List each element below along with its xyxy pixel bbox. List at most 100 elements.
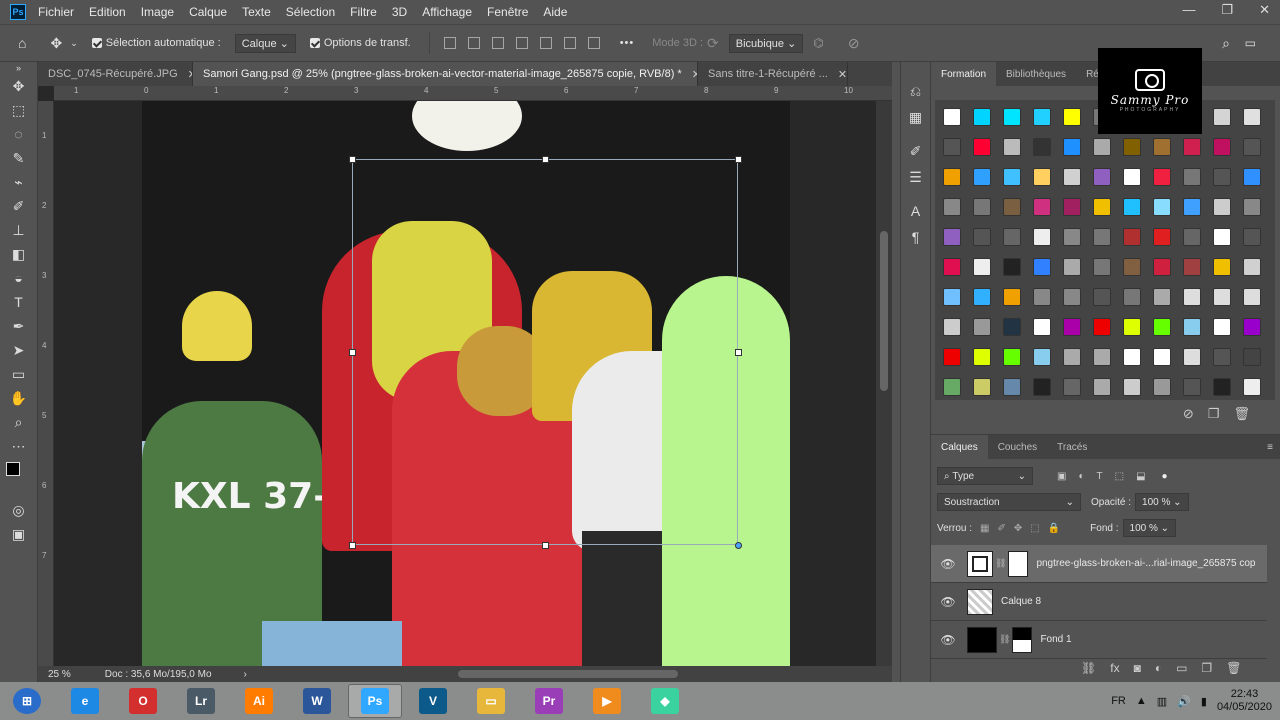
style-swatch[interactable]: [1033, 318, 1051, 336]
style-swatch[interactable]: [1183, 198, 1201, 216]
history-icon[interactable]: ⎌: [901, 78, 930, 104]
menu-affichage[interactable]: Affichage: [422, 5, 472, 19]
transform-handle[interactable]: [542, 156, 549, 163]
style-swatch[interactable]: [1003, 378, 1021, 396]
home-icon[interactable]: ⌂: [18, 35, 26, 51]
style-swatch[interactable]: [1153, 318, 1171, 336]
menu-fichier[interactable]: Fichier: [38, 5, 74, 19]
chevron-down-icon[interactable]: ⌄: [70, 38, 78, 49]
transform-handle[interactable]: [349, 542, 356, 549]
style-swatch[interactable]: [973, 378, 991, 396]
style-swatch[interactable]: [1243, 258, 1261, 276]
menu-fenetre[interactable]: Fenêtre: [487, 5, 528, 19]
taskbar-app-illustrator[interactable]: Ai: [232, 684, 286, 718]
zoom-level[interactable]: 25 %: [48, 669, 71, 680]
align-middle-icon[interactable]: [539, 37, 552, 49]
battery-icon[interactable]: ▮: [1201, 695, 1207, 708]
style-swatch[interactable]: [1153, 378, 1171, 396]
style-swatch[interactable]: [1213, 288, 1231, 306]
quick-mask-icon[interactable]: ◎: [0, 498, 37, 522]
transform-handle[interactable]: [735, 156, 742, 163]
style-swatch[interactable]: [1213, 168, 1231, 186]
pen-tool-icon[interactable]: ✒: [0, 314, 37, 338]
screen-mode-icon[interactable]: ▣: [0, 522, 37, 546]
new-layer-icon[interactable]: ❐: [1201, 661, 1212, 675]
style-swatch[interactable]: [1003, 348, 1021, 366]
style-swatch[interactable]: [1003, 288, 1021, 306]
lock-all-icon[interactable]: 🔒: [1048, 523, 1060, 534]
style-swatch[interactable]: [1243, 168, 1261, 186]
filter-type-icon[interactable]: T: [1097, 471, 1103, 482]
align-center-icon[interactable]: [467, 37, 480, 49]
transform-handle[interactable]: [735, 349, 742, 356]
fx-icon[interactable]: fx: [1110, 661, 1119, 675]
style-swatch[interactable]: [973, 168, 991, 186]
style-swatch[interactable]: [1213, 228, 1231, 246]
hand-tool-icon[interactable]: ✋: [0, 386, 37, 410]
taskbar-app-photoshop[interactable]: Ps: [348, 684, 402, 718]
style-swatch[interactable]: [1123, 348, 1141, 366]
style-swatch[interactable]: [1183, 288, 1201, 306]
paragraph-icon[interactable]: ¶: [901, 224, 930, 250]
menu-filtre[interactable]: Filtre: [350, 5, 377, 19]
style-swatch[interactable]: [1183, 378, 1201, 396]
lock-artboard-icon[interactable]: ⬚: [1030, 523, 1039, 534]
lock-pixels-icon[interactable]: ✐: [997, 523, 1005, 534]
clock[interactable]: 22:43 04/05/2020: [1217, 688, 1272, 714]
filter-toggle-icon[interactable]: ●: [1162, 471, 1168, 482]
style-swatch[interactable]: [1093, 198, 1111, 216]
type-tool-icon[interactable]: T: [0, 290, 37, 314]
style-swatch[interactable]: [1063, 108, 1081, 126]
style-swatch[interactable]: [1033, 168, 1051, 186]
style-swatch[interactable]: [1213, 198, 1231, 216]
style-swatch[interactable]: [1093, 348, 1111, 366]
menu-selection[interactable]: Sélection: [286, 5, 335, 19]
vertical-scrollbar[interactable]: [876, 101, 892, 666]
style-swatch[interactable]: [1123, 228, 1141, 246]
network-icon[interactable]: ▥: [1157, 695, 1167, 708]
auto-select-checkbox[interactable]: [91, 38, 102, 48]
style-swatch[interactable]: [1033, 228, 1051, 246]
style-swatch[interactable]: [1093, 288, 1111, 306]
transform-handle[interactable]: [542, 542, 549, 549]
bucket-tool-icon[interactable]: ◒: [0, 266, 37, 290]
style-swatch[interactable]: [1123, 198, 1141, 216]
style-swatch[interactable]: [1243, 108, 1261, 126]
style-swatch[interactable]: [943, 348, 961, 366]
style-swatch[interactable]: [943, 138, 961, 156]
group-icon[interactable]: ▭: [1176, 661, 1187, 675]
style-swatch[interactable]: [1213, 108, 1231, 126]
distribute-icon[interactable]: [587, 37, 600, 49]
close-icon[interactable]: ✕: [1259, 2, 1270, 18]
move-tool-icon[interactable]: ✥: [0, 74, 37, 98]
panel-menu-icon[interactable]: ≡: [1267, 442, 1273, 453]
style-swatch[interactable]: [1213, 378, 1231, 396]
delete-layer-icon[interactable]: 🗑: [1226, 661, 1241, 675]
style-swatch[interactable]: [1153, 228, 1171, 246]
style-swatch[interactable]: [1213, 258, 1231, 276]
transform-handle[interactable]: [735, 542, 742, 549]
style-swatch[interactable]: [943, 168, 961, 186]
tab-couches[interactable]: Couches: [988, 442, 1047, 453]
style-swatch[interactable]: [1153, 138, 1171, 156]
style-swatch[interactable]: [1033, 258, 1051, 276]
style-swatch[interactable]: [1063, 258, 1081, 276]
foreground-color[interactable]: [6, 462, 20, 476]
style-swatch[interactable]: [943, 228, 961, 246]
character-icon[interactable]: A: [901, 198, 930, 224]
document-image[interactable]: KXL 37-3: [142, 101, 790, 666]
style-swatch[interactable]: [973, 108, 991, 126]
style-swatch[interactable]: [1033, 378, 1051, 396]
style-swatch[interactable]: [1003, 318, 1021, 336]
style-swatch[interactable]: [1003, 108, 1021, 126]
transform-handle[interactable]: [349, 349, 356, 356]
style-swatch[interactable]: [1033, 108, 1051, 126]
style-swatch[interactable]: [1063, 378, 1081, 396]
style-swatch[interactable]: [943, 108, 961, 126]
link-icon[interactable]: ⛓: [995, 558, 1006, 569]
style-swatch[interactable]: [1093, 318, 1111, 336]
panel-collapse-icon[interactable]: »: [0, 62, 37, 74]
new-style-icon[interactable]: ❐: [1208, 406, 1220, 422]
style-swatch[interactable]: [973, 258, 991, 276]
eraser-tool-icon[interactable]: ◧: [0, 242, 37, 266]
